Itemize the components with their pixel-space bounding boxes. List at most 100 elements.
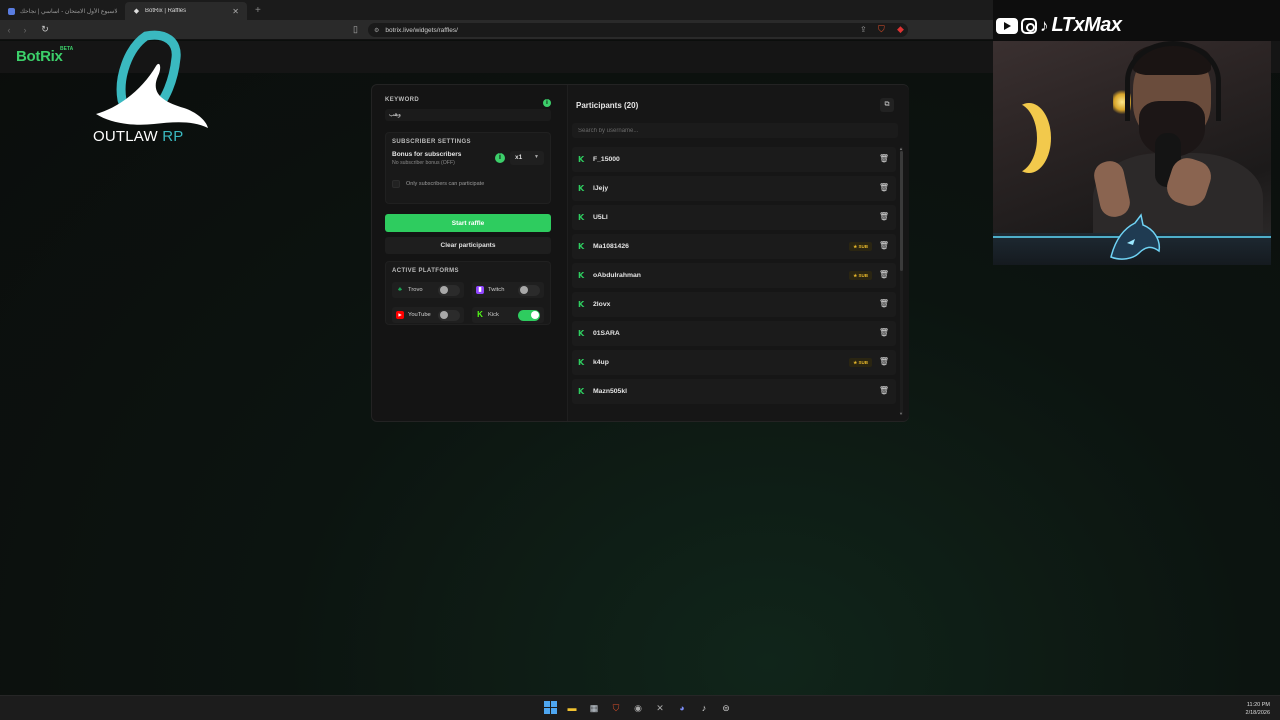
kick-icon: K <box>578 300 585 309</box>
clock-date: 2/18/2026 <box>1245 710 1270 716</box>
forward-icon[interactable]: › <box>18 25 32 35</box>
brave-browser-icon[interactable]: ⛉ <box>609 701 623 715</box>
keyword-input[interactable]: وهب <box>385 109 551 121</box>
browser-tab-1[interactable]: الاسبوع الأول الامتحان - اساسي | نجاحك <box>0 2 125 20</box>
copy-icon[interactable]: ⧉ <box>880 98 894 112</box>
obs-icon[interactable]: ◉ <box>631 701 645 715</box>
trash-icon[interactable]: 🗑 <box>879 241 889 250</box>
sub-badge: ★ SUB <box>849 242 872 251</box>
only-subscribers-checkbox[interactable] <box>392 180 400 188</box>
participant-name: F_15000 <box>593 156 620 163</box>
platform-kick: K Kick <box>472 307 544 323</box>
participant-row: K Ma1081426 ★ SUB 🗑 <box>572 234 896 259</box>
back-icon[interactable]: ‹ <box>2 25 16 35</box>
participant-name: lJejy <box>593 185 609 192</box>
browser-tab-2[interactable]: ◆ BotRix | Raffles ✕ <box>125 2 247 20</box>
site-settings-icon[interactable]: ⚙ <box>374 27 379 34</box>
trash-icon[interactable]: 🗑 <box>879 357 889 366</box>
only-subscribers-label: Only subscribers can participate <box>406 181 485 187</box>
participant-name: Mazn505kl <box>593 388 628 395</box>
trash-icon[interactable]: 🗑 <box>879 299 889 308</box>
raffle-widget: KEYWORD i وهب SUBSCRIBER SETTINGS Bonus … <box>371 84 909 422</box>
scrollbar-thumb[interactable] <box>900 151 903 271</box>
platform-label: Twitch <box>488 287 505 293</box>
participant-name: 2lovx <box>593 301 611 308</box>
active-platforms-title: ACTIVE PLATFORMS <box>392 268 459 274</box>
raffle-settings-panel: KEYWORD i وهب SUBSCRIBER SETTINGS Bonus … <box>385 97 553 325</box>
windows-start-icon[interactable] <box>544 701 557 714</box>
reload-icon[interactable]: ↻ <box>38 24 52 35</box>
kick-icon: K <box>578 271 585 280</box>
bookmark-icon[interactable]: ▯ <box>353 24 358 35</box>
share-icon[interactable]: ⇪ <box>860 25 867 34</box>
trash-icon[interactable]: 🗑 <box>879 183 889 192</box>
youtube-icon <box>996 17 1018 34</box>
beta-badge: BETA <box>60 46 74 52</box>
controller-icon[interactable]: ⊜ <box>719 701 733 715</box>
platform-label: Kick <box>488 312 499 318</box>
moon-lamp-icon <box>993 103 1037 173</box>
youtube-toggle[interactable] <box>438 309 460 321</box>
start-raffle-button[interactable]: Start raffle <box>385 214 551 232</box>
platform-grid: ♣ Trovo ▮ Twitch ▶ YouTube K Kick <box>392 280 544 325</box>
youtube-icon: ▶ <box>396 311 404 319</box>
streamer-name: LTxMax <box>1051 14 1122 36</box>
scroll-up-icon[interactable]: ▲ <box>899 146 903 151</box>
tiktok-live-icon[interactable]: ♪ <box>697 701 711 715</box>
bonus-row: Bonus for subscribers No subscriber bonu… <box>392 151 544 171</box>
subscriber-settings-title: SUBSCRIBER SETTINGS <box>392 139 471 145</box>
webcam-feed <box>993 41 1271 265</box>
participant-name: U5Ll <box>593 214 608 221</box>
file-explorer-icon[interactable]: ▬ <box>565 701 579 715</box>
participant-row: Kk4up ★ SUB 🗑 <box>572 350 896 375</box>
calendar-app-icon[interactable]: ▦ <box>587 701 601 715</box>
trovo-toggle[interactable] <box>438 284 460 296</box>
keyword-info-icon[interactable]: i <box>543 99 551 107</box>
system-clock[interactable]: 11:20 PM 2/18/2026 <box>1246 701 1270 717</box>
trash-icon[interactable]: 🗑 <box>879 328 889 337</box>
twitch-toggle[interactable] <box>518 284 540 296</box>
scroll-down-icon[interactable]: ▼ <box>899 411 903 416</box>
participant-row: K 01SARA 🗑 <box>572 321 896 346</box>
bonus-multiplier-select[interactable]: x1 ▼ <box>510 151 544 165</box>
url-field[interactable]: ⚙ botrix.live/widgets/raffles/ <box>368 23 908 37</box>
extension-icon[interactable]: ◆ <box>897 24 904 35</box>
keyword-label: KEYWORD <box>385 97 420 103</box>
kick-icon: K <box>477 310 483 319</box>
chevron-down-icon: ▼ <box>534 154 539 160</box>
platform-label: Trovo <box>408 287 423 293</box>
browser-tab-label: BotRix | Raffles <box>145 8 187 14</box>
bonus-multiplier-value: x1 <box>515 154 523 161</box>
participants-scrollbar[interactable] <box>900 147 903 415</box>
new-tab-icon[interactable]: + <box>255 5 261 16</box>
participant-name: 01SARA <box>593 330 620 337</box>
kick-icon: K <box>578 155 585 164</box>
discord-icon[interactable]: ◕ <box>675 701 689 715</box>
participants-panel: Participants (20) ⧉ K F_15000 🗑 KlJejy 🗑 K U5L… <box>567 85 909 421</box>
trash-icon[interactable]: 🗑 <box>879 386 889 395</box>
tiktok-icon: ♪ <box>1040 15 1049 35</box>
bonus-info-icon[interactable]: i <box>495 153 505 163</box>
url-text: botrix.live/widgets/raffles/ <box>385 26 458 34</box>
trash-icon[interactable]: 🗑 <box>879 154 889 163</box>
kick-icon: K <box>578 184 585 193</box>
platform-trovo: ♣ Trovo <box>392 282 464 298</box>
browser-tab-label: الاسبوع الأول الامتحان - اساسي | نجاحك <box>20 8 117 15</box>
outlaw-rp-suffix: RP <box>162 128 184 145</box>
kick-toggle[interactable] <box>518 309 540 321</box>
streamer-brand: ♪ LTxMax <box>996 14 1122 37</box>
instagram-icon <box>1021 17 1037 34</box>
participants-list: K F_15000 🗑 KlJejy 🗑 K U5Ll 🗑 K Ma1081426 ★ SUB 🗑 Ko… <box>572 147 896 415</box>
taskbar-icons: ▬ ▦ ⛉ ◉ ✕ ◕ ♪ ⊜ <box>544 701 733 715</box>
trash-icon[interactable]: 🗑 <box>879 270 889 279</box>
kick-icon: K <box>578 358 585 367</box>
only-subscribers-row[interactable]: Only subscribers can participate <box>392 180 544 188</box>
capcut-icon[interactable]: ✕ <box>653 701 667 715</box>
close-tab-icon[interactable]: ✕ <box>232 7 239 16</box>
participant-search-input[interactable] <box>572 123 898 138</box>
brave-shield-icon[interactable]: ⛉ <box>878 24 885 35</box>
clock-time: 11:20 PM <box>1246 702 1270 708</box>
clear-participants-button[interactable]: Clear participants <box>385 237 551 254</box>
trash-icon[interactable]: 🗑 <box>879 212 889 221</box>
botrix-logo[interactable]: BotRix <box>16 48 63 65</box>
